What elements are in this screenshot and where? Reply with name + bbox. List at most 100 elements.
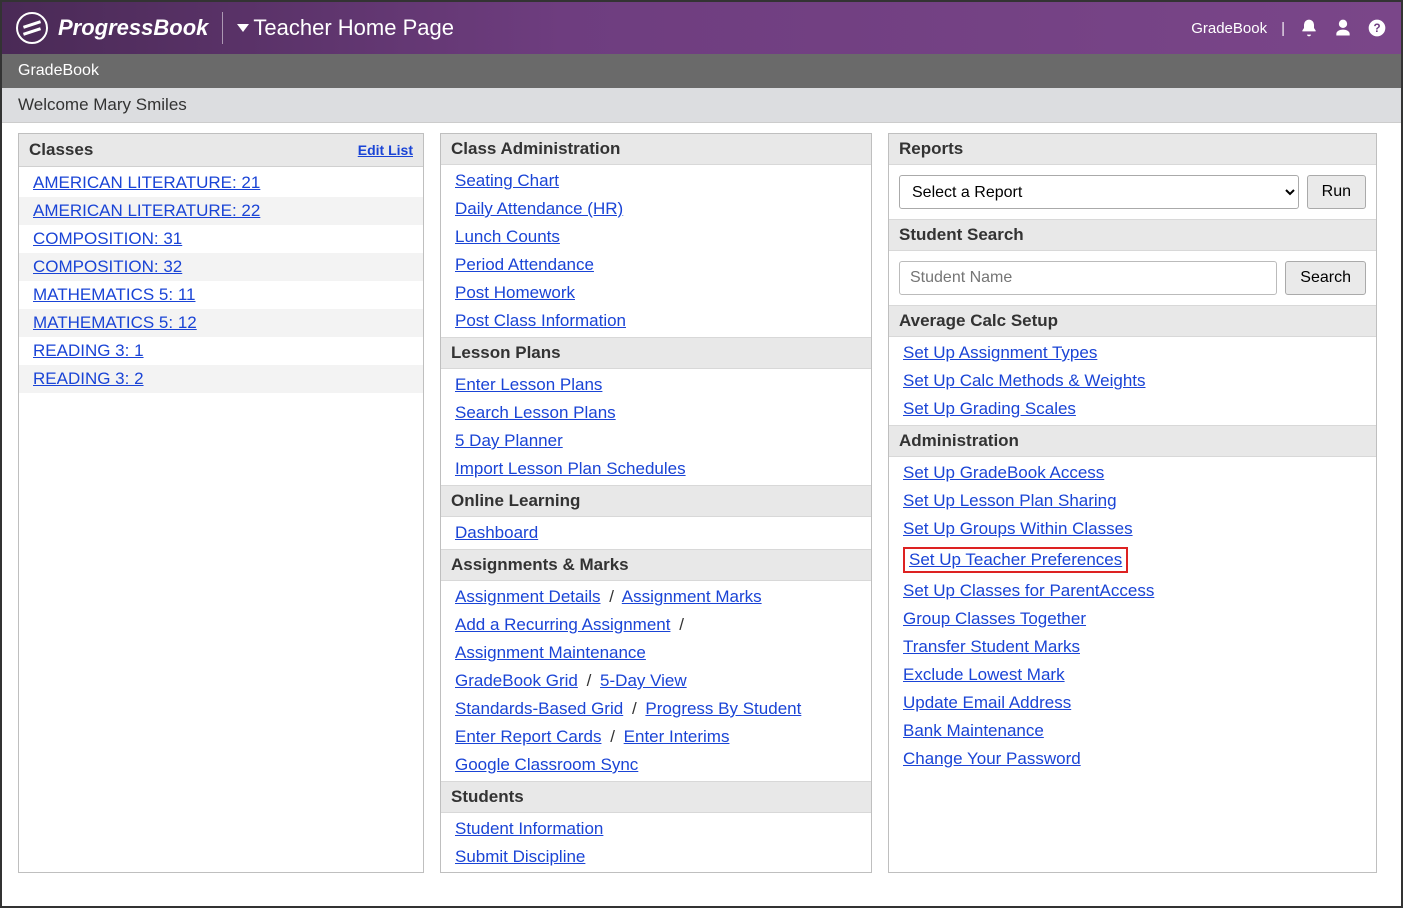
admin-header: Administration [889,425,1376,457]
list-item: READING 3: 1 [19,337,423,365]
user-icon[interactable] [1333,18,1353,38]
link[interactable]: Set Up Assignment Types [903,343,1097,362]
bell-icon[interactable] [1299,18,1319,38]
recurring-assignment-link[interactable]: Add a Recurring Assignment [455,615,670,634]
link[interactable]: Seating Chart [455,171,559,190]
link[interactable]: Transfer Student Marks [903,637,1080,656]
assignment-details-link[interactable]: Assignment Details [455,587,601,606]
link[interactable]: Set Up Groups Within Classes [903,519,1133,538]
link[interactable]: COMPOSITION: 31 [33,229,182,248]
list-item: Change Your Password [889,745,1376,773]
student-search-header: Student Search [889,219,1376,251]
link[interactable]: Submit Discipline [455,847,585,866]
link[interactable]: Dashboard [455,523,538,542]
link[interactable]: MATHEMATICS 5: 12 [33,313,197,332]
list-item: Set Up Classes for ParentAccess [889,577,1376,605]
progress-by-student-link[interactable]: Progress By Student [645,699,801,718]
link[interactable]: READING 3: 2 [33,369,144,388]
link[interactable]: Group Classes Together [903,609,1086,628]
middle-panel: Class Administration Seating ChartDaily … [440,133,872,873]
link[interactable]: Lunch Counts [455,227,560,246]
link[interactable]: Bank Maintenance [903,721,1044,740]
link[interactable]: Period Attendance [455,255,594,274]
classes-title: Classes [29,140,93,160]
link[interactable]: 5 Day Planner [455,431,563,450]
search-button[interactable]: Search [1285,261,1366,295]
link[interactable]: Daily Attendance (HR) [455,199,623,218]
link[interactable]: Set Up Teacher Preferences [909,550,1122,569]
classes-list: AMERICAN LITERATURE: 21 AMERICAN LITERATU… [19,167,423,395]
top-right: GradeBook | ? [1191,18,1387,38]
standards-grid-link[interactable]: Standards-Based Grid [455,699,623,718]
list-item: Post Class Information [441,307,871,335]
online-learning-list: Dashboard [441,517,871,549]
link[interactable]: Set Up GradeBook Access [903,463,1104,482]
link[interactable]: Set Up Classes for ParentAccess [903,581,1154,600]
welcome-text: Welcome Mary Smiles [18,95,187,114]
list-item: Seating Chart [441,167,871,195]
list-item: MATHEMATICS 5: 12 [19,309,423,337]
list-item: Lunch Counts [441,223,871,251]
link[interactable]: AMERICAN LITERATURE: 21 [33,173,260,192]
assignment-marks-link[interactable]: Assignment Marks [622,587,762,606]
reports-body: Select a Report Run [889,165,1376,219]
edit-list-link[interactable]: Edit List [358,142,413,158]
link[interactable]: COMPOSITION: 32 [33,257,182,276]
link[interactable]: Import Lesson Plan Schedules [455,459,686,478]
student-name-input[interactable] [899,261,1277,295]
list-item: Submit Discipline [441,843,871,871]
list-item: Post Homework [441,279,871,307]
list-item: AMERICAN LITERATURE: 22 [19,197,423,225]
list-item: Group Classes Together [889,605,1376,633]
report-select[interactable]: Select a Report [899,175,1299,209]
link[interactable]: AMERICAN LITERATURE: 22 [33,201,260,220]
list-item: Daily Attendance (HR) [441,195,871,223]
list-item: Transfer Student Marks [889,633,1376,661]
link[interactable]: Enter Lesson Plans [455,375,602,394]
gradebook-grid-link[interactable]: GradeBook Grid [455,671,578,690]
list-item: Update Email Address [889,689,1376,717]
main: Classes Edit List AMERICAN LITERATURE: 2… [2,123,1401,889]
right-panel: Reports Select a Report Run Student Sear… [888,133,1377,873]
list-item: COMPOSITION: 32 [19,253,423,281]
link[interactable]: Set Up Grading Scales [903,399,1076,418]
list-item: READING 3: 2 [19,365,423,393]
assignments-row: Add a Recurring Assignment / [441,611,871,639]
assignments-header: Assignments & Marks [441,549,871,581]
students-header: Students [441,781,871,813]
link[interactable]: Exclude Lowest Mark [903,665,1065,684]
link[interactable]: MATHEMATICS 5: 11 [33,285,195,304]
enter-interims-link[interactable]: Enter Interims [624,727,730,746]
welcome-bar: Welcome Mary Smiles [2,88,1401,123]
admin-list: Set Up GradeBook Access Set Up Lesson Pla… [889,457,1376,775]
assignments-row: Google Classroom Sync [441,751,871,779]
link[interactable]: Update Email Address [903,693,1071,712]
sub-bar: GradeBook [2,54,1401,88]
gradebook-label[interactable]: GradeBook [1191,20,1267,37]
list-item: Set Up Lesson Plan Sharing [889,487,1376,515]
assignments-row: GradeBook Grid / 5-Day View [441,667,871,695]
list-item: MATHEMATICS 5: 11 [19,281,423,309]
link[interactable]: Post Homework [455,283,575,302]
link[interactable]: Student Information [455,819,603,838]
run-button[interactable]: Run [1307,175,1366,209]
page-title-text: Teacher Home Page [253,15,454,41]
help-icon[interactable]: ? [1367,18,1387,38]
student-search-body: Search [889,251,1376,305]
list-item: Set Up Teacher Preferences [889,543,1376,577]
link[interactable]: Change Your Password [903,749,1081,768]
link[interactable]: Set Up Calc Methods & Weights [903,371,1146,390]
list-item: Set Up Assignment Types [889,339,1376,367]
assignment-maintenance-link[interactable]: Assignment Maintenance [455,643,646,662]
classes-panel: Classes Edit List AMERICAN LITERATURE: 2… [18,133,424,873]
students-list: Student Information Submit Discipline [441,813,871,873]
link[interactable]: Search Lesson Plans [455,403,616,422]
page-title-dropdown[interactable]: Teacher Home Page [237,15,454,41]
link[interactable]: READING 3: 1 [33,341,144,360]
enter-report-cards-link[interactable]: Enter Report Cards [455,727,601,746]
online-learning-header: Online Learning [441,485,871,517]
link[interactable]: Set Up Lesson Plan Sharing [903,491,1117,510]
five-day-view-link[interactable]: 5-Day View [600,671,687,690]
google-classroom-sync-link[interactable]: Google Classroom Sync [455,755,638,774]
link[interactable]: Post Class Information [455,311,626,330]
